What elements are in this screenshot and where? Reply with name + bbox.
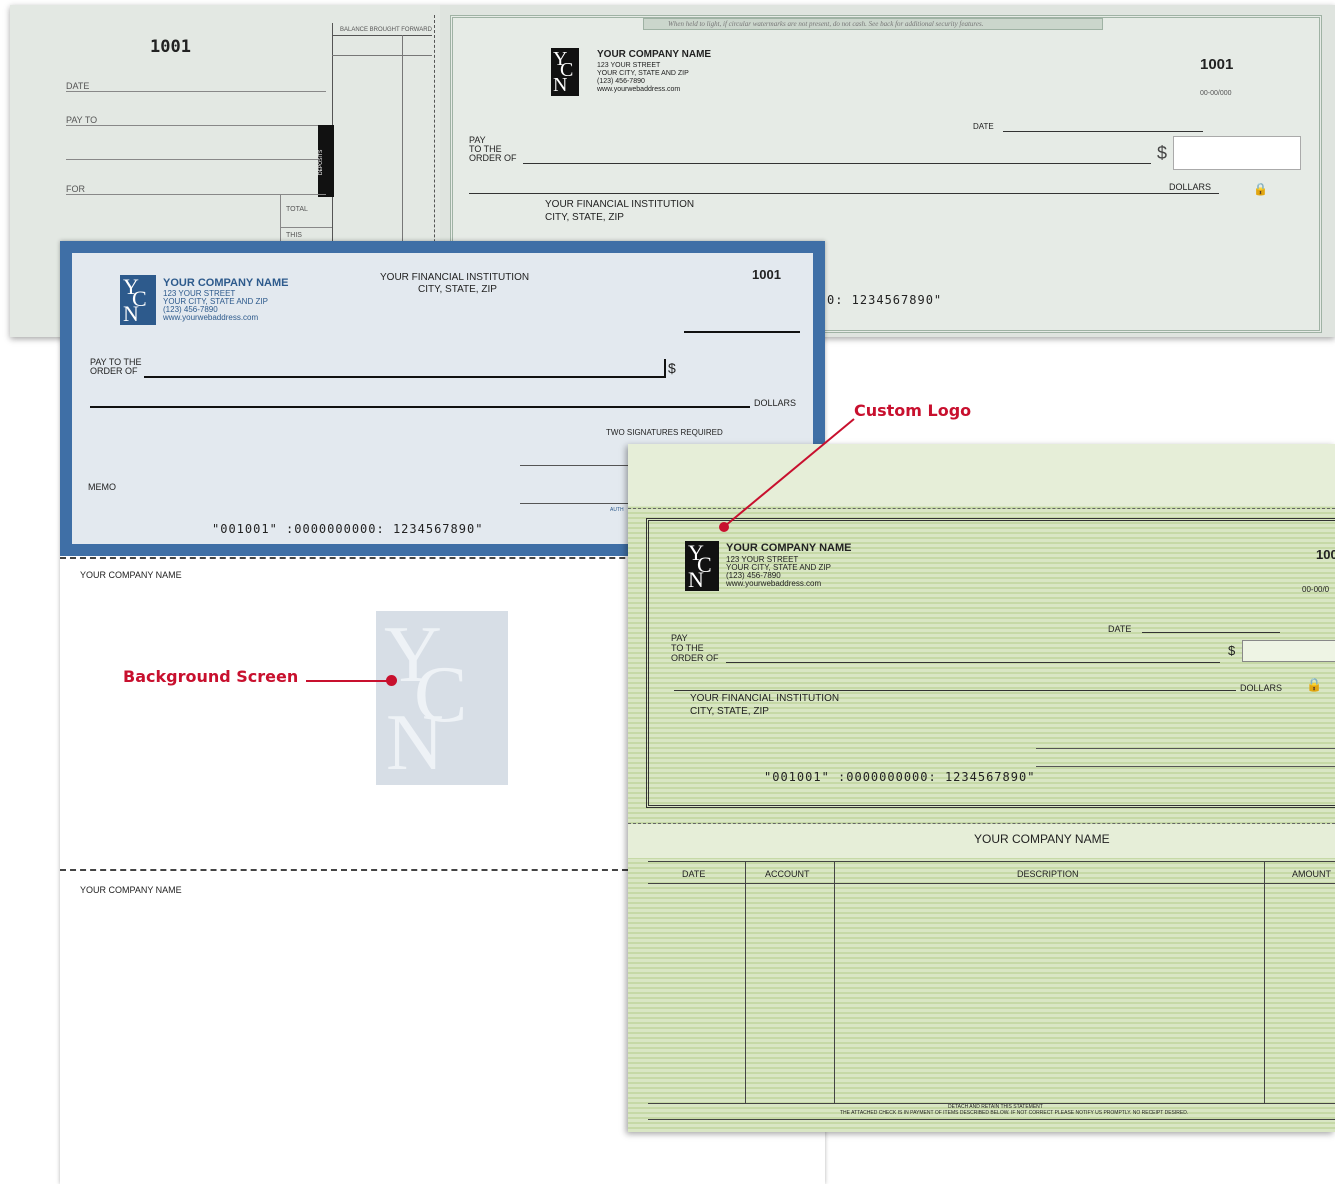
- company-street: 123 YOUR STREET: [597, 62, 661, 69]
- date-label: DATE: [66, 81, 90, 91]
- pay-label: PAY: [671, 633, 688, 643]
- bank-name: YOUR FINANCIAL INSTITUTION: [545, 199, 695, 210]
- date-label: DATE: [1108, 624, 1132, 634]
- company-name: YOUR COMPANY NAME: [726, 542, 852, 554]
- callout-line: [306, 680, 392, 682]
- date-label: DATE: [973, 122, 994, 131]
- dollar-sign: $: [1228, 643, 1236, 658]
- column-header-account: ACCOUNT: [765, 869, 810, 879]
- column-header-amount: AMOUNT: [1292, 869, 1331, 879]
- column-header-description: DESCRIPTION: [1017, 869, 1079, 879]
- company-name: YOUR COMPANY NAME: [163, 277, 289, 289]
- dollar-sign: $: [668, 360, 676, 376]
- stub2-company-name: YOUR COMPANY NAME: [80, 885, 182, 895]
- dollars-label: DOLLARS: [754, 398, 797, 408]
- check-number: 1001: [1200, 56, 1234, 73]
- bank-name: YOUR FINANCIAL INSTITUTION: [380, 272, 530, 283]
- order-of-label: ORDER OF: [469, 153, 517, 163]
- background-screen-logo: Y C N: [376, 611, 508, 785]
- company-logo-icon: Y C N: [685, 541, 719, 591]
- balance-label: BALANCE BROUGHT FORWARD: [340, 27, 432, 33]
- company-phone: (123) 456-7890: [597, 78, 645, 85]
- micr-line: 0: 1234567890": [827, 293, 943, 307]
- bank-city: CITY, STATE, ZIP: [545, 212, 624, 223]
- micr-line: "001001" :0000000000: 1234567890": [212, 522, 484, 536]
- stub-number: 1001: [150, 37, 191, 57]
- bank-city: CITY, STATE, ZIP: [690, 706, 769, 717]
- for-label: FOR: [66, 184, 85, 194]
- amount-box[interactable]: [1173, 136, 1301, 170]
- company-web: www.yourwebaddress.com: [597, 86, 681, 93]
- stub1-company-name: YOUR COMPANY NAME: [80, 570, 182, 580]
- to-the-label: TO THE: [671, 643, 704, 653]
- micr-line: "001001" :0000000000: 1234567890": [764, 770, 1036, 784]
- company-web: www.yourwebaddress.com: [163, 313, 259, 322]
- bank-city: CITY, STATE, ZIP: [418, 284, 497, 295]
- payto-label: PAY TO: [66, 115, 98, 125]
- company-city: YOUR CITY, STATE AND ZIP: [597, 70, 689, 77]
- dollar-sign: $: [1157, 143, 1168, 163]
- dollars-label: DOLLARS: [1240, 683, 1283, 693]
- company-name: YOUR COMPANY NAME: [597, 49, 712, 60]
- amount-box[interactable]: [1242, 640, 1335, 662]
- bank-name: YOUR FINANCIAL INSTITUTION: [690, 693, 840, 704]
- column-header-date: DATE: [682, 869, 706, 879]
- company-logo-icon: Y C N: [120, 275, 156, 325]
- check-number: 100: [1316, 547, 1335, 562]
- routing-fraction: 00-00/0: [1302, 585, 1330, 594]
- company-web: www.yourwebaddress.com: [726, 579, 822, 588]
- perforation: [60, 869, 628, 871]
- lock-icon: 🔒: [1306, 677, 1323, 692]
- company-logo-icon: Y C N: [551, 48, 579, 96]
- check-number: 1001: [752, 267, 781, 282]
- background-screen-callout: Background Screen: [123, 667, 299, 686]
- total-label: TOTAL: [286, 206, 308, 213]
- custom-logo-callout: Custom Logo: [854, 401, 972, 420]
- dollars-label: DOLLARS: [1169, 182, 1212, 192]
- callout-leader-line: [719, 418, 855, 532]
- statement-company-name: YOUR COMPANY NAME: [974, 832, 1110, 846]
- statement-footer-2: THE ATTACHED CHECK IS IN PAYMENT OF ITEM…: [840, 1110, 1189, 1116]
- this-label: THIS: [286, 232, 302, 239]
- memo-label: MEMO: [88, 482, 116, 492]
- deposits-label: DEPOSITS: [318, 149, 324, 175]
- order-of-label: ORDER OF: [671, 653, 719, 663]
- callout-dot: [386, 675, 397, 686]
- check-sample-green-lined: Y C N YOUR COMPANY NAME 123 YOUR STREET …: [628, 444, 1335, 1132]
- routing-fraction: 00-00/000: [1200, 90, 1232, 97]
- order-of-label: ORDER OF: [90, 366, 138, 376]
- security-banner: When held to light, if circular watermar…: [643, 18, 1103, 30]
- auth-label: AUTH: [610, 507, 624, 513]
- lock-icon: 🔒: [1253, 182, 1268, 196]
